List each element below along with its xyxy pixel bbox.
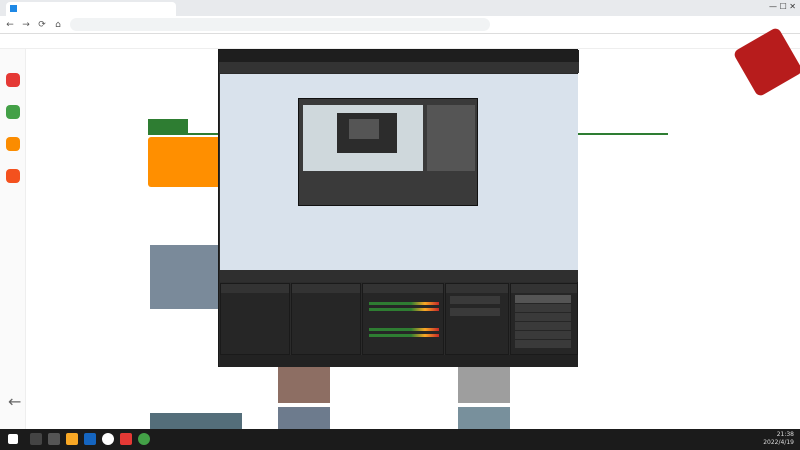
nested-screen-inner <box>337 113 397 153</box>
sidebar-red-icon[interactable] <box>6 73 20 87</box>
page-prev-arrow-icon[interactable]: ← <box>8 392 21 411</box>
obs-preview[interactable] <box>220 74 578 270</box>
news-thumb[interactable] <box>458 407 510 429</box>
transitions-header <box>446 284 508 293</box>
control-button[interactable] <box>515 313 571 321</box>
meter <box>369 334 439 337</box>
obs-taskbar-icon[interactable] <box>102 433 114 445</box>
browser-tab[interactable] <box>6 2 176 16</box>
obs-title <box>219 50 579 62</box>
control-button[interactable] <box>515 322 571 330</box>
obs-window <box>218 49 579 367</box>
clock-time: 21:38 <box>776 431 794 438</box>
news-thumb[interactable] <box>150 413 242 429</box>
nested-screen-innermost <box>349 119 379 139</box>
control-button[interactable] <box>515 295 571 303</box>
mixer-dock <box>362 283 444 355</box>
control-button[interactable] <box>515 304 571 312</box>
refresh-icon[interactable]: ⟳ <box>36 19 48 31</box>
app-icon[interactable] <box>120 433 132 445</box>
window-controls[interactable]: — ☐ ✕ <box>736 2 796 14</box>
nested-controls <box>427 105 475 171</box>
nested-obs-preview <box>298 98 478 206</box>
news-thumb[interactable] <box>278 367 330 403</box>
sidebar-green-icon[interactable] <box>6 105 20 119</box>
controls-dock <box>510 283 578 355</box>
bookmarks-bar <box>0 34 800 49</box>
search-icon[interactable] <box>30 433 42 445</box>
back-icon[interactable]: ← <box>4 19 16 31</box>
mixer-header <box>363 284 443 293</box>
controls-header <box>511 284 577 293</box>
obs-preview-controlbar <box>220 270 578 282</box>
sidebar-game-icon[interactable] <box>6 169 20 183</box>
sources-header <box>292 284 360 293</box>
taskview-icon[interactable] <box>48 433 60 445</box>
meter <box>369 328 439 331</box>
tab-favicon-icon <box>10 4 17 12</box>
url-input[interactable] <box>70 18 490 31</box>
meter <box>369 308 439 311</box>
scenes-header <box>221 284 289 293</box>
transitions-dock <box>445 283 509 355</box>
forward-icon[interactable]: → <box>20 19 32 31</box>
nav-home-tab[interactable] <box>148 119 188 135</box>
edge-icon[interactable] <box>84 433 96 445</box>
system-tray-clock[interactable]: 21:38 2022/4/19 <box>763 431 794 447</box>
sidebar-orange-icon[interactable] <box>6 137 20 151</box>
nested-screen <box>303 105 423 171</box>
news-thumb[interactable] <box>278 407 330 429</box>
chrome-icon[interactable] <box>138 433 150 445</box>
clock-date: 2022/4/19 <box>763 439 794 446</box>
news-thumb[interactable] <box>458 367 510 403</box>
taskbar: 21:38 2022/4/19 <box>0 429 800 450</box>
browser-sidebar <box>0 49 26 429</box>
sources-dock <box>291 283 361 355</box>
home-icon[interactable]: ⌂ <box>52 19 64 31</box>
address-bar: ← → ⟳ ⌂ <box>0 16 800 34</box>
control-button[interactable] <box>515 340 571 348</box>
explorer-icon[interactable] <box>66 433 78 445</box>
transition-duration[interactable] <box>450 308 500 316</box>
transition-select[interactable] <box>450 296 500 304</box>
start-icon[interactable] <box>8 434 18 444</box>
obs-status-bar <box>220 355 578 367</box>
control-button[interactable] <box>515 331 571 339</box>
obs-menu-bar <box>219 62 579 73</box>
meter <box>369 302 439 305</box>
scenes-dock <box>220 283 290 355</box>
tab-bar: — ☐ ✕ <box>0 0 800 16</box>
